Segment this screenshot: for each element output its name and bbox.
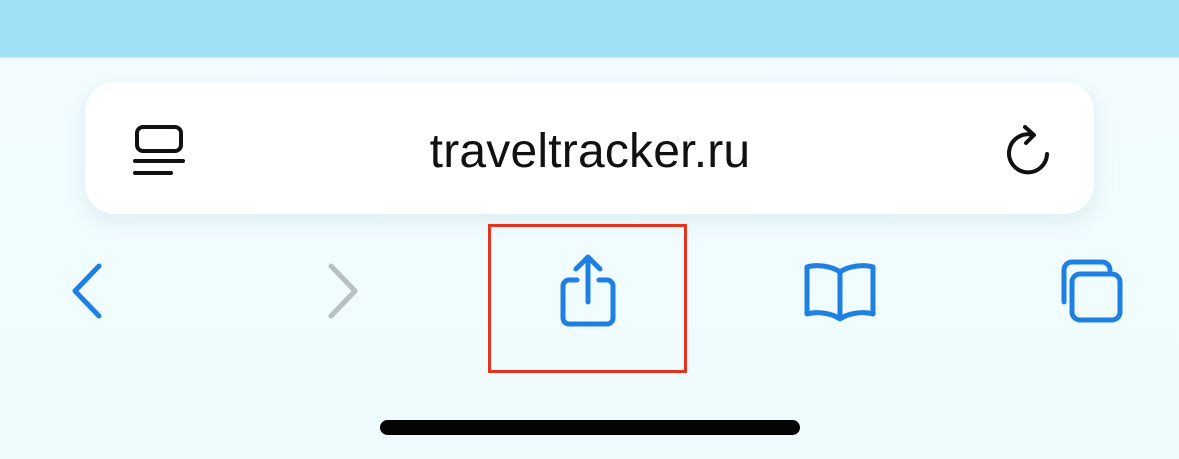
reader-mode-icon xyxy=(133,125,185,175)
reader-mode-button[interactable] xyxy=(128,121,190,181)
reload-icon xyxy=(1007,125,1049,175)
home-indicator[interactable] xyxy=(380,420,800,435)
bookmarks-button[interactable] xyxy=(798,250,882,332)
chevron-right-icon xyxy=(328,263,358,319)
share-button-highlight xyxy=(488,224,687,373)
reload-button[interactable] xyxy=(998,118,1060,182)
chevron-left-icon xyxy=(72,263,102,319)
forward-button[interactable] xyxy=(312,250,374,332)
url-text[interactable]: traveltracker.ru xyxy=(340,122,840,182)
tabs-button[interactable] xyxy=(1048,250,1132,332)
web-content-top xyxy=(0,0,1179,58)
tabs-icon xyxy=(1061,259,1123,323)
back-button[interactable] xyxy=(56,250,118,332)
book-icon xyxy=(804,263,876,322)
